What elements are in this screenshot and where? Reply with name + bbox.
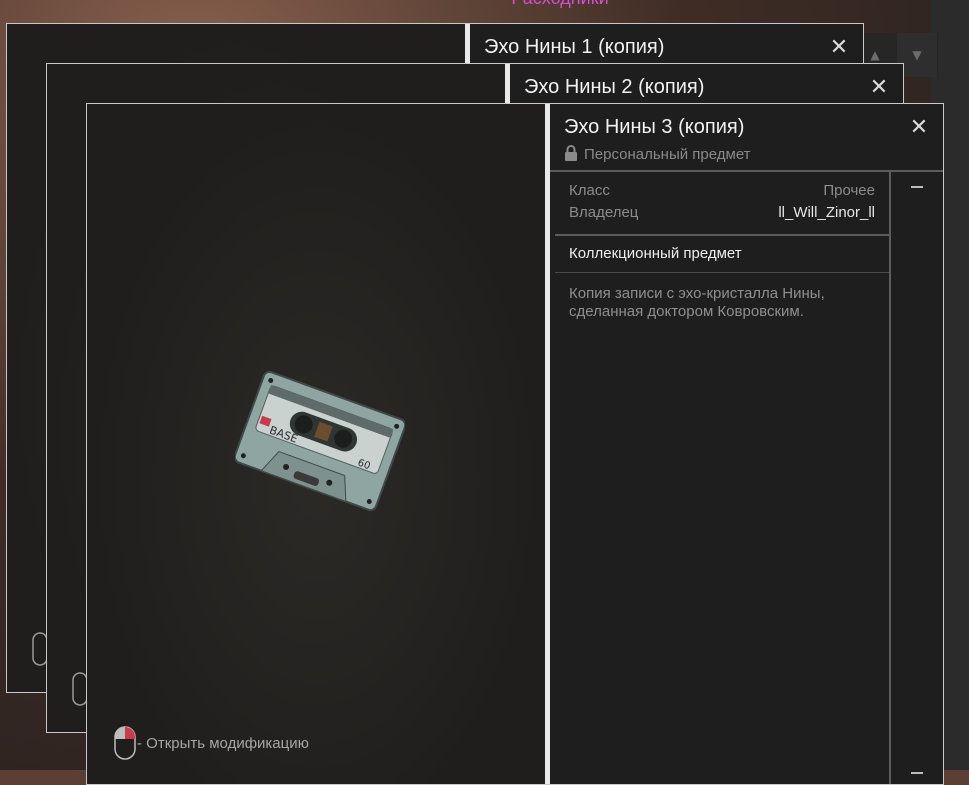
cassette-image: BASE 60 <box>235 370 405 512</box>
property-owner: Владелец ll_Will_Zinor_ll <box>555 204 889 226</box>
scrollbar-top-cap <box>911 186 923 188</box>
close-icon[interactable]: ✕ <box>829 37 849 59</box>
open-modification-label: - Открыть модификацию <box>137 734 309 752</box>
description-scrollbar[interactable] <box>891 172 943 784</box>
item-title: Эхо Нины 3 (копия) <box>564 116 745 138</box>
item-title: Эхо Нины 2 (копия) <box>524 76 705 98</box>
property-key: Класс <box>569 182 610 199</box>
mouse-left-click-icon <box>114 726 136 760</box>
item-preview-3: BASE 60 - Открыть модификацию <box>87 104 545 784</box>
background-section-title: Расходники <box>470 0 650 10</box>
property-value: Прочее <box>823 182 875 199</box>
close-icon[interactable]: ✕ <box>869 77 889 99</box>
personal-item-label: Персональный предмет <box>564 145 751 163</box>
item-title: Эхо Нины 1 (копия) <box>484 36 665 58</box>
property-class: Класс Прочее <box>555 182 889 204</box>
property-value: ll_Will_Zinor_ll <box>778 204 875 221</box>
collectible-section-title: Коллекционный предмет <box>555 234 889 273</box>
lock-icon <box>565 145 577 161</box>
property-key: Владелец <box>569 204 639 221</box>
personal-item-text: Персональный предмет <box>584 146 751 163</box>
open-modification-hint: - Открыть модификацию <box>113 726 309 760</box>
item-properties: Класс Прочее Владелец ll_Will_Zinor_ll К… <box>555 172 891 784</box>
item-titlebar-3[interactable]: Эхо Нины 3 (копия) ✕ Персональный предме… <box>550 104 943 172</box>
item-description: Копия записи с эхо-кристалла Нины, сдела… <box>569 285 825 320</box>
item-info-panel-3: Эхо Нины 3 (копия) ✕ Персональный предме… <box>545 104 943 784</box>
scrollbar-bottom-cap <box>911 772 923 774</box>
item-window-3[interactable]: BASE 60 - Открыть модификацию Эхо Нины 3… <box>86 103 944 785</box>
close-icon[interactable]: ✕ <box>909 117 929 139</box>
